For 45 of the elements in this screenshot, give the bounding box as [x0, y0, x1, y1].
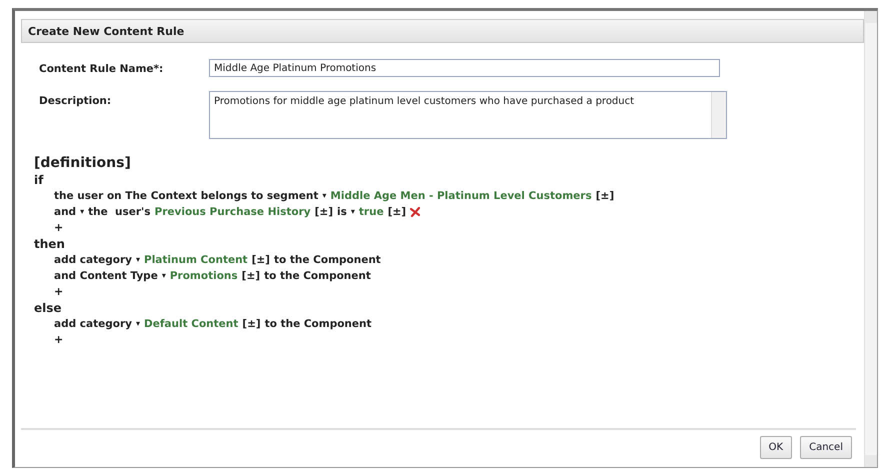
field-label: Description: — [39, 94, 112, 107]
toggle-link[interactable]: [±] — [252, 252, 270, 268]
dialog-button[interactable]: Cancel — [800, 436, 852, 459]
rule-keyword: else — [34, 300, 63, 316]
definitions-heading: [definitions] — [34, 155, 132, 172]
rule-value-link[interactable]: Default Content — [144, 316, 238, 332]
rule-text: and Content Type — [54, 269, 158, 284]
toggle-link[interactable]: [±] — [596, 188, 614, 204]
rule-text: the user on The Context belongs to segment — [54, 189, 318, 204]
toggle-link[interactable]: [±] — [388, 204, 406, 220]
dropdown-arrow[interactable]: ▾ — [322, 188, 326, 204]
add-link[interactable]: + — [54, 332, 64, 348]
add-link[interactable]: + — [54, 284, 64, 300]
toggle-link[interactable]: [±] — [242, 316, 261, 332]
toggle-link[interactable]: [±] — [314, 204, 334, 220]
scrollbar[interactable] — [864, 11, 877, 467]
rule-text: add category — [54, 317, 132, 332]
dropdown-arrow[interactable]: ▾ — [162, 268, 166, 284]
rule-value-link[interactable]: Middle Age Men - Platinum Level Customers — [330, 188, 592, 204]
dropdown-arrow[interactable]: ▾ — [136, 316, 140, 332]
dialog-title: Create New Content Rule — [21, 19, 864, 43]
dropdown-arrow[interactable]: ▾ — [136, 252, 140, 268]
rule-text: to the Component — [264, 317, 372, 332]
rule-text: the user's — [88, 205, 151, 220]
toggle-link[interactable]: [±] — [242, 268, 260, 284]
rule-text: is — [337, 205, 347, 220]
rule-keyword: then — [34, 236, 66, 252]
dropdown-arrow[interactable]: ▾ — [80, 204, 84, 220]
rule-keyword: if — [34, 172, 44, 188]
description-field[interactable]: Promotions for middle age platinum level customers who have purchased a product — [209, 91, 727, 139]
rule-value-link[interactable]: Promotions — [170, 268, 238, 284]
rule-value-link[interactable]: true — [358, 204, 384, 220]
rule-value-link[interactable]: Platinum Content — [144, 252, 248, 268]
dropdown-arrow[interactable]: ▾ — [350, 204, 355, 220]
text-field[interactable]: Middle Age Platinum Promotions — [209, 59, 720, 77]
field-label: Content Rule Name*: — [39, 62, 164, 75]
dialog-button[interactable]: OK — [760, 436, 792, 459]
rule-text: to the Component — [264, 269, 371, 284]
rule-text: add category — [54, 253, 132, 268]
rule-value-link[interactable]: Previous Purchase History — [154, 204, 311, 220]
scrollbar[interactable] — [711, 92, 726, 138]
remove-icon[interactable] — [410, 207, 420, 217]
rule-text: to the Component — [274, 253, 381, 268]
add-link[interactable]: + — [54, 220, 64, 236]
rule-text: and — [54, 205, 76, 220]
